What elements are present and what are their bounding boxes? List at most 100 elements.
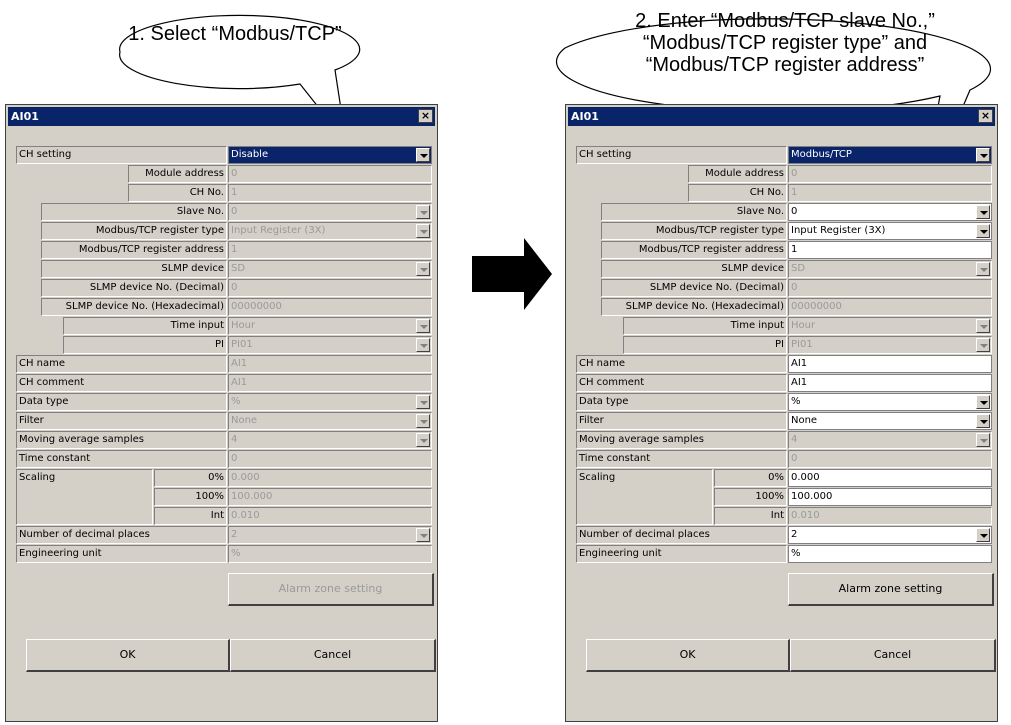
ok-button[interactable]: OK — [586, 639, 790, 672]
filter-select[interactable]: None — [788, 412, 992, 430]
slmp-device-value: SD — [791, 263, 806, 274]
int-field[interactable]: 0.010 — [788, 507, 992, 525]
pi-select[interactable]: PI01 — [228, 336, 432, 354]
slmp-device-value: SD — [231, 263, 246, 274]
time-input-value: Hour — [791, 320, 816, 331]
slmp-dec-field[interactable]: 0 — [228, 279, 432, 297]
filter-select[interactable]: None — [228, 412, 432, 430]
slmp-hex-field[interactable]: 00000000 — [788, 298, 992, 316]
decimals-select[interactable]: 2 — [788, 526, 992, 544]
decimals-value: 2 — [791, 529, 798, 540]
data-type-value: % — [791, 396, 801, 407]
ch-comment-field[interactable]: AI1 — [788, 374, 992, 392]
chevron-down-icon[interactable] — [416, 224, 430, 238]
label-scale-0: 0% — [714, 469, 787, 487]
ch-setting-select[interactable]: Disable — [228, 146, 432, 164]
scale-0-field[interactable]: 0.000 — [228, 469, 432, 487]
chevron-down-icon[interactable] — [416, 433, 430, 447]
chevron-down-icon[interactable] — [416, 262, 430, 276]
reg-address-field[interactable]: 1 — [788, 241, 992, 259]
chevron-down-icon[interactable] — [976, 338, 990, 352]
chevron-down-icon[interactable] — [416, 205, 430, 219]
chevron-down-icon[interactable] — [416, 338, 430, 352]
reg-type-select[interactable]: Input Register (3X) — [788, 222, 992, 240]
mov-avg-select[interactable]: 4 — [228, 431, 432, 449]
data-type-select[interactable]: % — [788, 393, 992, 411]
chevron-down-icon[interactable] — [416, 148, 430, 162]
slave-no-select[interactable]: 0 — [788, 203, 992, 221]
ch-setting-select[interactable]: Modbus/TCP — [788, 146, 992, 164]
scale-100-field[interactable]: 100.000 — [228, 488, 432, 506]
decimals-select[interactable]: 2 — [228, 526, 432, 544]
data-type-select[interactable]: % — [228, 393, 432, 411]
time-const-field[interactable]: 0 — [788, 450, 992, 468]
scale-0-field[interactable]: 0.000 — [788, 469, 992, 487]
slmp-device-select[interactable]: SD — [228, 260, 432, 278]
slmp-dec-field[interactable]: 0 — [788, 279, 992, 297]
label-ch-no: CH No. — [688, 184, 787, 202]
label-slmp-device: SLMP device — [601, 260, 787, 278]
callout-right-line-1: 2. Enter “Modbus/TCP slave No.,” — [635, 10, 935, 32]
mov-avg-select[interactable]: 4 — [788, 431, 992, 449]
chevron-down-icon[interactable] — [416, 414, 430, 428]
chevron-down-icon[interactable] — [976, 319, 990, 333]
callout-right-text: 2. Enter “Modbus/TCP slave No.,” “Modbus… — [580, 10, 990, 76]
slave-no-select[interactable]: 0 — [228, 203, 432, 221]
ch-setting-value: Disable — [231, 149, 269, 160]
time-input-select[interactable]: Hour — [228, 317, 432, 335]
cancel-button[interactable]: Cancel — [230, 639, 436, 672]
ok-button[interactable]: OK — [26, 639, 230, 672]
chevron-down-icon[interactable] — [416, 319, 430, 333]
label-pi: PI — [623, 336, 787, 354]
label-ch-name: CH name — [576, 355, 787, 373]
label-int: Int — [154, 507, 227, 525]
module-address-field: 0 — [788, 165, 992, 183]
scale-100-field[interactable]: 100.000 — [788, 488, 992, 506]
reg-type-select[interactable]: Input Register (3X) — [228, 222, 432, 240]
cancel-button[interactable]: Cancel — [790, 639, 996, 672]
chevron-down-icon[interactable] — [976, 148, 990, 162]
label-reg-address: Modbus/TCP register address — [41, 241, 227, 259]
chevron-down-icon[interactable] — [416, 395, 430, 409]
alarm-zone-button[interactable]: Alarm zone setting — [228, 573, 434, 606]
close-icon[interactable]: × — [418, 109, 433, 123]
ch-name-field[interactable]: AI1 — [788, 355, 992, 373]
close-icon[interactable]: × — [978, 109, 993, 123]
slmp-device-select[interactable]: SD — [788, 260, 992, 278]
chevron-down-icon[interactable] — [976, 395, 990, 409]
label-scale-100: 100% — [154, 488, 227, 506]
chevron-down-icon[interactable] — [976, 224, 990, 238]
filter-value: None — [791, 415, 818, 426]
label-scale-100: 100% — [714, 488, 787, 506]
time-input-select[interactable]: Hour — [788, 317, 992, 335]
label-mov-avg: Moving average samples — [16, 431, 227, 449]
label-time-input: Time input — [623, 317, 787, 335]
mov-avg-value: 4 — [231, 434, 238, 445]
label-module-address: Module address — [128, 165, 227, 183]
ch-name-field[interactable]: AI1 — [228, 355, 432, 373]
chevron-down-icon[interactable] — [976, 414, 990, 428]
label-ch-comment: CH comment — [576, 374, 787, 392]
label-module-address: Module address — [688, 165, 787, 183]
time-const-field[interactable]: 0 — [228, 450, 432, 468]
title-bar: AI01 × — [568, 107, 995, 126]
label-filter: Filter — [16, 412, 227, 430]
ch-comment-field[interactable]: AI1 — [228, 374, 432, 392]
slave-no-value: 0 — [231, 206, 238, 217]
reg-address-field[interactable]: 1 — [228, 241, 432, 259]
label-decimals: Number of decimal places — [16, 526, 227, 544]
eng-unit-field[interactable]: % — [228, 545, 432, 563]
chevron-down-icon[interactable] — [976, 528, 990, 542]
chevron-down-icon[interactable] — [976, 433, 990, 447]
label-filter: Filter — [576, 412, 787, 430]
filter-value: None — [231, 415, 258, 426]
chevron-down-icon[interactable] — [976, 262, 990, 276]
int-field[interactable]: 0.010 — [228, 507, 432, 525]
pi-select[interactable]: PI01 — [788, 336, 992, 354]
chevron-down-icon[interactable] — [416, 528, 430, 542]
eng-unit-field[interactable]: % — [788, 545, 992, 563]
alarm-zone-button[interactable]: Alarm zone setting — [788, 573, 994, 606]
dialog-title: AI01 — [11, 110, 39, 123]
slmp-hex-field[interactable]: 00000000 — [228, 298, 432, 316]
chevron-down-icon[interactable] — [976, 205, 990, 219]
